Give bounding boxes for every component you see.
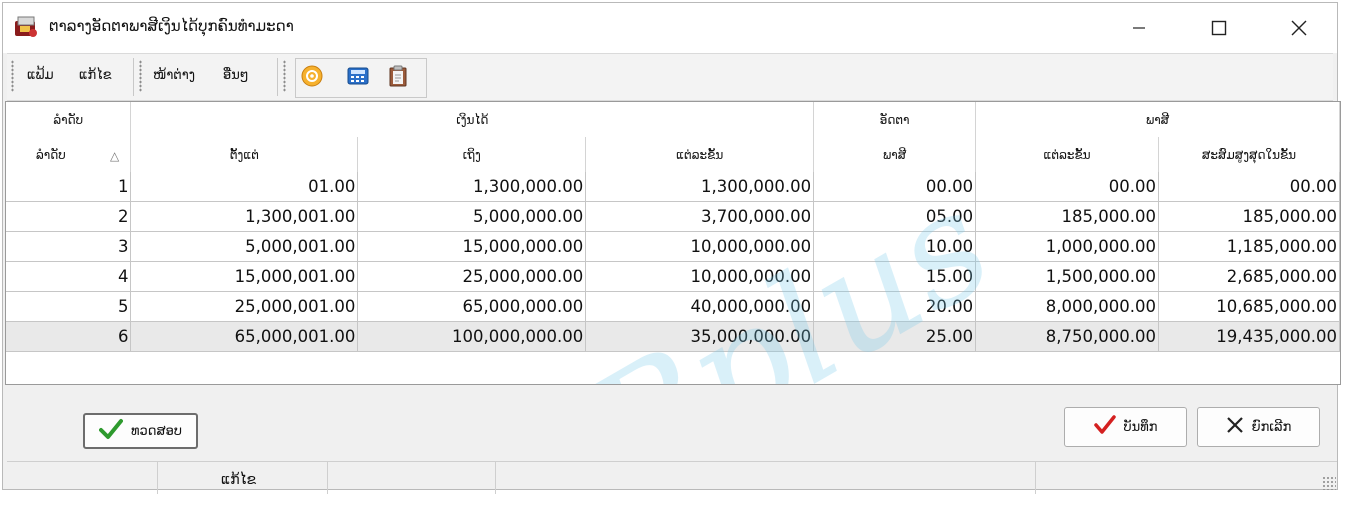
cell-tax-rate[interactable]: 10.00	[813, 231, 977, 262]
toolbar-grip[interactable]	[11, 60, 14, 92]
menu-file[interactable]: ແຟ້ມ	[27, 68, 54, 83]
column-header-from[interactable]: ຕັ້ງແຕ່	[130, 137, 359, 172]
column-header-tax-step[interactable]: ແຕ່ລະຂັ້ນ	[975, 137, 1160, 172]
status-bar: ແກ້ໄຂ	[7, 461, 1337, 494]
table-row[interactable]: 2 1,300,001.00 5,000,000.00 3,700,000.00…	[6, 201, 1340, 232]
status-panel	[495, 462, 1036, 494]
column-header-tax-rate[interactable]: ພາສີ	[813, 137, 977, 172]
refresh-icon[interactable]	[301, 65, 323, 87]
cell-cumulative-tax[interactable]: 2,685,000.00	[1158, 261, 1340, 292]
resize-grip[interactable]	[1322, 476, 1336, 490]
group-header-income: ເງິນໄດ້	[130, 102, 815, 137]
minimize-button[interactable]	[1099, 3, 1179, 53]
cell-tax-step[interactable]: 8,000,000.00	[975, 291, 1160, 322]
cell-cumulative-tax[interactable]: 00.00	[1158, 172, 1340, 202]
menu-edit[interactable]: ແກ້ໄຂ	[79, 68, 112, 83]
app-icon	[13, 15, 39, 39]
cell-tax-step[interactable]: 1,500,000.00	[975, 261, 1160, 292]
cell-cumulative-tax[interactable]: 10,685,000.00	[1158, 291, 1340, 322]
column-header-cumulative-tax[interactable]: ສະສົມສູງສຸດໃນຂັ້ນ	[1158, 137, 1340, 172]
toolbar-grip[interactable]	[283, 60, 286, 92]
test-button-label: ທວດສອບ	[131, 423, 182, 439]
cell-income-step[interactable]: 10,000,000.00	[585, 231, 815, 262]
menu-other[interactable]: ອື່ນໆ	[223, 68, 249, 83]
window-title: ຕາລາງອັດຕາພາສີເງິນໄດ້ບຸກຄົນທຳມະດາ	[49, 17, 294, 35]
column-header-income-step[interactable]: ແຕ່ລະຂັ້ນ	[585, 137, 815, 172]
checkmark-icon	[99, 418, 124, 444]
save-button-label: ບັນທຶກ	[1123, 419, 1158, 435]
status-panel	[7, 462, 158, 494]
cell-order[interactable]: 6	[6, 321, 132, 352]
cell-to[interactable]: 1,300,000.00	[357, 172, 587, 202]
toolbar-divider	[133, 58, 134, 96]
toolbar-grip[interactable]	[139, 60, 142, 92]
group-header-rate: ອັດຕາ	[813, 102, 977, 137]
cell-income-step[interactable]: 1,300,000.00	[585, 172, 815, 202]
group-header-order: ລຳດັບ	[6, 102, 132, 137]
table-row[interactable]: 1 01.00 1,300,000.00 1,300,000.00 00.00 …	[6, 172, 1340, 202]
cell-order[interactable]: 4	[6, 261, 132, 292]
main-window: ຕາລາງອັດຕາພາສີເງິນໄດ້ບຸກຄົນທຳມະດາ ແຟ້ມ ແ…	[2, 2, 1341, 494]
cell-income-step[interactable]: 3,700,000.00	[585, 201, 815, 232]
calculator-icon[interactable]	[347, 65, 369, 87]
status-mode: ແກ້ໄຂ	[221, 472, 257, 488]
cell-from[interactable]: 1,300,001.00	[130, 201, 359, 232]
cell-to[interactable]: 15,000,000.00	[357, 231, 587, 262]
cell-to[interactable]: 5,000,000.00	[357, 201, 587, 232]
status-panel	[327, 462, 496, 494]
cell-order[interactable]: 3	[6, 231, 132, 262]
cell-income-step[interactable]: 40,000,000.00	[585, 291, 815, 322]
cell-tax-rate[interactable]: 15.00	[813, 261, 977, 292]
cell-cumulative-tax[interactable]: 185,000.00	[1158, 201, 1340, 232]
toolbar: ແຟ້ມ ແກ້ໄຂ ໜ້າຕ່າງ ອື່ນໆ	[7, 53, 1333, 101]
group-header-tax: ພາສີ	[975, 102, 1340, 137]
cell-to[interactable]: 25,000,000.00	[357, 261, 587, 292]
cell-order[interactable]: 2	[6, 201, 132, 232]
save-button[interactable]: ບັນທຶກ	[1064, 407, 1187, 447]
cell-from[interactable]: 15,000,001.00	[130, 261, 359, 292]
cell-order[interactable]: 1	[6, 172, 132, 202]
cell-from[interactable]: 5,000,001.00	[130, 231, 359, 262]
cancel-button[interactable]: ຍົກເລີກ	[1197, 407, 1320, 447]
table-row[interactable]: 4 15,000,001.00 25,000,000.00 10,000,000…	[6, 261, 1340, 292]
table-row[interactable]: 5 25,000,001.00 65,000,000.00 40,000,000…	[6, 291, 1340, 322]
table-row-selected[interactable]: 6 65,000,001.00 100,000,000.00 35,000,00…	[6, 321, 1340, 352]
cell-tax-step[interactable]: 185,000.00	[975, 201, 1160, 232]
column-header-to[interactable]: ເຖິງ	[357, 137, 587, 172]
cell-tax-step[interactable]: 8,750,000.00	[975, 321, 1160, 352]
cell-cumulative-tax[interactable]: 1,185,000.00	[1158, 231, 1340, 262]
menu-window[interactable]: ໜ້າຕ່າງ	[153, 68, 195, 83]
tax-rate-grid[interactable]: ລຳດັບ ເງິນໄດ້ ອັດຕາ ພາສີ ລຳດັບ ຕັ້ງແຕ່ ເ…	[5, 101, 1341, 385]
cell-tax-rate[interactable]: 00.00	[813, 172, 977, 202]
tick-icon	[1093, 415, 1116, 439]
title-bar[interactable]: ຕາລາງອັດຕາພາສີເງິນໄດ້ບຸກຄົນທຳມະດາ	[3, 3, 1337, 53]
cell-order[interactable]: 5	[6, 291, 132, 322]
tax-table: ລຳດັບ ເງິນໄດ້ ອັດຕາ ພາສີ ລຳດັບ ຕັ້ງແຕ່ ເ…	[6, 102, 1340, 352]
cell-tax-step[interactable]: 1,000,000.00	[975, 231, 1160, 262]
cell-from[interactable]: 65,000,001.00	[130, 321, 359, 352]
cell-income-step[interactable]: 10,000,000.00	[585, 261, 815, 292]
close-button[interactable]	[1259, 3, 1339, 53]
cell-to[interactable]: 65,000,000.00	[357, 291, 587, 322]
cell-tax-rate[interactable]: 20.00	[813, 291, 977, 322]
test-button[interactable]: ທວດສອບ	[83, 413, 198, 449]
toolbar-divider	[277, 58, 278, 96]
cell-income-step[interactable]: 35,000,000.00	[585, 321, 815, 352]
cell-to[interactable]: 100,000,000.00	[357, 321, 587, 352]
cell-tax-rate[interactable]: 25.00	[813, 321, 977, 352]
cell-tax-step[interactable]: 00.00	[975, 172, 1160, 202]
cancel-button-label: ຍົກເລີກ	[1251, 419, 1292, 435]
sort-ascending-icon: △	[110, 149, 120, 163]
cell-cumulative-tax[interactable]: 19,435,000.00	[1158, 321, 1340, 352]
maximize-button[interactable]	[1179, 3, 1259, 53]
table-row[interactable]: 3 5,000,001.00 15,000,000.00 10,000,000.…	[6, 231, 1340, 262]
cell-tax-rate[interactable]: 05.00	[813, 201, 977, 232]
cell-from[interactable]: 25,000,001.00	[130, 291, 359, 322]
close-icon	[1226, 416, 1244, 438]
clipboard-icon[interactable]	[387, 65, 409, 87]
cell-from[interactable]: 01.00	[130, 172, 359, 202]
